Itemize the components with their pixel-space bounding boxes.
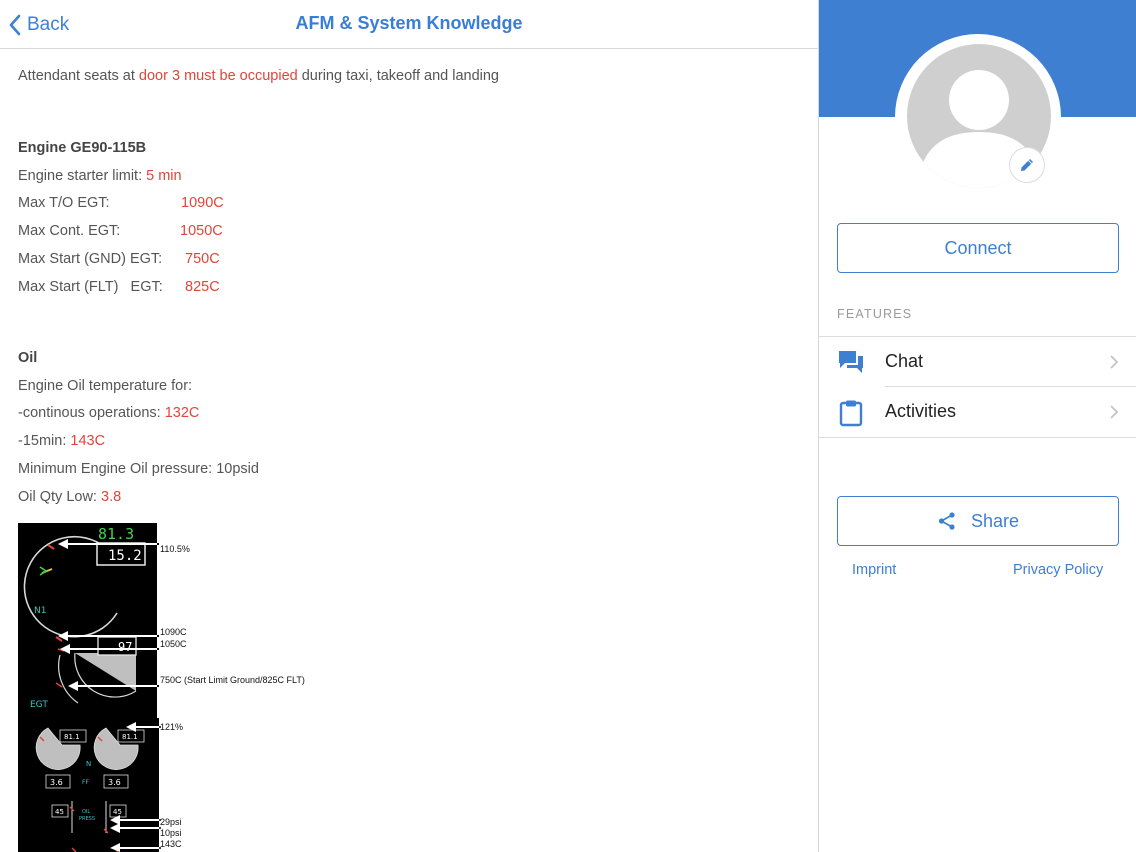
main-pane: Back AFM & System Knowledge Attendant se… [0, 0, 818, 852]
annotation-psi-1: 29psi [160, 817, 182, 827]
engine-display-diagram: 81.3 15.2 N1 97 EGT 81.1 81.1 N 3.6 3.6 … [18, 523, 358, 852]
oil-min-pressure: Minimum Engine Oil pressure: 10psid [18, 461, 259, 477]
limit-label: Max Cont. EGT: [18, 223, 121, 239]
starter-limit-value: 5 min [146, 168, 182, 184]
small-n1-left: 81.1 [64, 733, 80, 741]
egt-label: EGT [30, 700, 48, 710]
n1-readout: 81.3 [98, 525, 134, 543]
features-label: FEATURES [837, 307, 913, 321]
egt-box-value: 97 [118, 640, 132, 654]
chevron-right-icon [1110, 405, 1119, 419]
feature-item-chat[interactable]: Chat [819, 337, 1136, 387]
feature-item-label: Chat [885, 351, 924, 371]
engine-display-graphic: 81.3 15.2 N1 97 EGT 81.1 81.1 N 3.6 3.6 … [18, 523, 161, 852]
press-label-2: PRESS [79, 816, 95, 822]
starter-limit-line: Engine starter limit: 5 min [18, 168, 182, 184]
limit-value: 1090C [181, 195, 224, 211]
attendant-line: Attendant seats at door 3 must be occupi… [18, 68, 499, 84]
oil-heading: Oil [18, 350, 38, 366]
chevron-right-icon [1110, 355, 1119, 369]
oil-15min-value: 143C [70, 433, 106, 449]
annotation-egt-to: 1090C [160, 627, 187, 637]
limit-value: 750C [185, 251, 220, 267]
share-label: Share [970, 510, 1020, 531]
page-title: AFM & System Knowledge [295, 13, 523, 33]
attendant-highlight: door 3 must be occupied [138, 68, 298, 84]
profile-sidebar: Connect FEATURES Chat Activities Share I… [818, 0, 1136, 852]
oil-continuous-line: -continous operations: 132C [18, 405, 199, 421]
annotation-n1-max: 110.5% [160, 544, 190, 554]
qty-label: FF [82, 779, 89, 786]
n1-label: N1 [34, 606, 46, 616]
chat-icon [839, 351, 863, 373]
connect-button[interactable]: Connect [837, 223, 1119, 273]
oil-qty-line: Oil Qty Low: 3.8 [18, 489, 121, 505]
annotation-n2-max: 121% [160, 722, 184, 732]
annotation-psi-2: 10psi [160, 828, 182, 838]
engine-heading: Engine GE90-115B [18, 140, 147, 156]
oil-continuous-value: 132C [164, 405, 200, 421]
oil-temp-intro: Engine Oil temperature for: [18, 378, 193, 394]
clipboard-icon [839, 400, 863, 427]
imprint-link[interactable]: Imprint [852, 562, 896, 578]
limit-label: Max T/O EGT: [18, 195, 110, 211]
oil-15min-label: -15min: [18, 433, 71, 449]
share-icon [938, 512, 955, 530]
attendant-suffix: during taxi, takeoff and landing [297, 68, 499, 84]
limit-label: Max Start (GND) EGT: [18, 251, 163, 267]
share-button[interactable]: Share [837, 496, 1119, 546]
small-n-label: N [86, 760, 91, 768]
oil-qty-label: Oil Qty Low: [18, 489, 101, 505]
feature-item-activities[interactable]: Activities [819, 387, 1136, 437]
attendant-prefix: Attendant seats at [18, 68, 139, 84]
privacy-policy-link[interactable]: Privacy Policy [1013, 562, 1103, 578]
oil-qty-value: 3.8 [101, 489, 122, 505]
annotation-egt-cont: 1050C [160, 639, 187, 649]
annotation-egt-start: 750C (Start Limit Ground/825C FLT) [160, 675, 305, 685]
qty-right: 3.6 [108, 778, 121, 787]
press-right: 45 [113, 808, 122, 816]
feature-item-label: Activities [885, 401, 957, 421]
annotation-temp: 143C [160, 839, 182, 849]
limit-label: Max Start (FLT) EGT: [18, 279, 163, 295]
qty-left: 3.6 [50, 778, 63, 787]
press-left: 45 [55, 808, 64, 816]
oil-continuous-label: -continous operations: [18, 405, 165, 421]
small-n1-right: 81.1 [122, 733, 138, 741]
limit-value: 1050C [180, 223, 223, 239]
starter-limit-label: Engine starter limit: [18, 168, 147, 184]
divider [819, 437, 1136, 438]
navigation-bar: Back AFM & System Knowledge [0, 0, 818, 49]
pencil-icon [1021, 159, 1033, 171]
limit-value: 825C [185, 279, 220, 295]
connect-label: Connect [944, 237, 1012, 258]
oil-15min-line: -15min: 143C [18, 433, 105, 449]
press-label-1: OIL [82, 809, 90, 815]
edit-avatar-button[interactable] [1009, 147, 1045, 183]
n1-box-value: 15.2 [108, 548, 142, 564]
